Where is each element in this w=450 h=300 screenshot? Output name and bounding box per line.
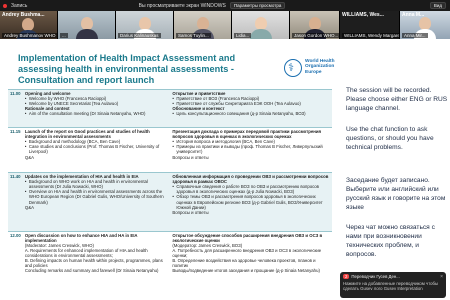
agenda-time: 11.40 xyxy=(8,172,23,232)
agenda-item: A. Потребность для расширенного внедрени… xyxy=(172,247,322,258)
agenda-item: Case studies and conclusions (Prof. Thom… xyxy=(25,144,168,154)
instruction-recording-en: The session will be recorded. Please cho… xyxy=(346,87,448,112)
agenda-heading: Launch of the report on Good practices a… xyxy=(24,129,150,140)
participant-name: Andrey Bushmanov WHO Co... xyxy=(2,33,57,38)
agenda-item: Приветствие от службы Секретариата ЕЭК О… xyxy=(172,101,330,106)
meeting-top-bar: Запись Вы просматриваете экран WINDOWS П… xyxy=(0,0,450,11)
participant-name: ... xyxy=(60,33,68,38)
agenda-heading: Презентация доклада о примерах передовой… xyxy=(172,129,322,140)
agenda-qa: Вопросы и ответы xyxy=(172,154,209,160)
agenda-row: 11.00 Opening and welcome Welcome by WHO… xyxy=(8,88,332,128)
layout-button[interactable]: Вид xyxy=(429,2,446,9)
agenda-heading: Обновленная информация о проведении ОВЗ … xyxy=(172,174,329,185)
instruction-chat-ru: Через чат можно связаться с нами при воз… xyxy=(346,224,435,258)
video-tile[interactable]: Samos Tuylin... xyxy=(174,11,232,39)
agenda-time: 12.00 xyxy=(8,230,23,289)
agenda-item: B. Defining impacts on human health with… xyxy=(24,258,163,269)
recording-label: Запись xyxy=(11,2,28,9)
who-emblem-icon xyxy=(284,59,302,77)
instruction-recording-ru: Заседание будет записано. Выберите или а… xyxy=(346,177,446,211)
agenda-russian: Открытие и приветствие Приветствие от ВО… xyxy=(170,88,332,128)
agenda-table: 11.00 Opening and welcome Welcome by WHO… xyxy=(8,88,332,289)
video-top-name: Andrey Bushma... xyxy=(2,12,45,18)
agenda-item: Примеры из практики и выводы (проф. Thom… xyxy=(172,144,330,154)
agenda-russian: Презентация доклада о примерах передовой… xyxy=(170,127,332,173)
video-tile[interactable]: Jason Gordon WHO... xyxy=(290,11,340,39)
participant-name: Darius Kalinauskas xyxy=(118,33,161,38)
record-dot-icon xyxy=(3,3,7,8)
agenda-closing: Выводы/подведение итогов заседания и про… xyxy=(172,268,320,274)
layout-controls: Вид xyxy=(360,2,450,9)
video-tile[interactable]: Lidia... xyxy=(232,11,290,39)
agenda-english: Launch of the report on Good practices a… xyxy=(22,127,171,173)
view-label: Вы просматриваете экран WINDOWS xyxy=(138,2,226,9)
screen-share-banner: Вы просматриваете экран WINDOWS Параметр… xyxy=(64,2,360,9)
close-icon[interactable]: × xyxy=(440,274,443,280)
video-tile[interactable]: Darius Kalinauskas xyxy=(116,11,174,39)
agenda-qa: Q&A xyxy=(24,204,34,210)
notification-body: Нажмите на добавленные переводчиком чтоб… xyxy=(343,281,439,291)
agenda-item: Обзор темы ОВЗ и рассмотрения вопросов з… xyxy=(172,194,330,209)
participant-name: Anna Mir... xyxy=(402,33,428,38)
agenda-slide: Implementation of Health Impact Assessme… xyxy=(0,43,340,289)
agenda-item: B. Определение воздействия на здоровье ч… xyxy=(172,258,316,269)
video-tile[interactable]: Andrey Bushma... Andrey Bushmanov WHO Co… xyxy=(0,11,58,39)
agenda-heading: Открытое обсуждение способов расширения … xyxy=(172,232,323,243)
participant-name: Lidia... xyxy=(234,33,252,38)
shared-screen: Implementation of Health Impact Assessme… xyxy=(0,39,450,300)
who-logo-text: World Health Organization Europe xyxy=(305,59,335,75)
notification-header: 2 Переводчик Гусев Ден... xyxy=(343,274,443,279)
agenda-row: 11.15 Launch of the report on Good pract… xyxy=(8,127,332,173)
agenda-russian: Обновленная информация о проведении ОВЗ … xyxy=(170,172,332,232)
agenda-english: Opening and welcome Welcome by WHO (Fran… xyxy=(22,88,171,128)
participant-name: Samos Tuylin... xyxy=(176,33,211,38)
agenda-item: Aim of the consultation meeting (Dr Sina… xyxy=(25,111,168,116)
notification-badge: 2 xyxy=(343,274,350,279)
notification-sender: Переводчик Гусев Ден... xyxy=(351,274,400,279)
video-tile[interactable]: Anna M... Anna Mir... xyxy=(400,11,450,39)
agenda-row: 12.00 Open discussion on how to enhance … xyxy=(8,230,332,289)
participant-name: WILLIAMS, Wendy Margaret xyxy=(342,33,399,38)
agenda-english: Updates on the implementation of HIA and… xyxy=(22,172,171,232)
agenda-time: 11.15 xyxy=(8,127,23,173)
chat-notification[interactable]: 2 Переводчик Гусев Ден... Нажмите на доб… xyxy=(340,272,446,298)
agenda-time: 11.00 xyxy=(8,88,23,128)
instruction-chat-en: Use the chat function to ask questions, … xyxy=(346,126,434,151)
recording-indicator[interactable]: Запись xyxy=(0,3,64,9)
slide-title: Implementation of Health Impact Assessme… xyxy=(18,53,236,85)
video-tile[interactable]: WILLIAMS, Wes... WILLIAMS, Wendy Margare… xyxy=(340,11,400,39)
agenda-item: Overview on HIA and health in environmen… xyxy=(25,189,168,204)
agenda-english: Open discussion on how to enhance HIA an… xyxy=(22,230,171,289)
agenda-heading: Open discussion on how to enhance HIA an… xyxy=(24,232,138,243)
agenda-item: Welcome by UNECE Secretariat (Tea Aulavu… xyxy=(25,101,168,106)
view-options-button[interactable]: Параметры просмотра xyxy=(229,2,286,9)
video-top-name: WILLIAMS, Wes... xyxy=(342,12,384,18)
agenda-russian: Открытое обсуждение способов расширения … xyxy=(170,230,332,289)
agenda-closing: Concluding remarks and summary and farew… xyxy=(24,268,159,274)
agenda-item: A. Requirements for enhanced implementat… xyxy=(24,247,148,258)
agenda-item: Цель консультационного совещания (д-р Si… xyxy=(172,111,330,116)
agenda-item: Background on WHO work on HIA and health… xyxy=(25,179,168,189)
agenda-item: Справочные сведения о работе ВОЗ по ОВЗ … xyxy=(172,184,330,194)
agenda-qa: Q&A xyxy=(24,154,34,160)
agenda-qa: Вопросы и ответы xyxy=(172,209,209,215)
video-top-name: Anna M... xyxy=(402,12,425,18)
video-tile[interactable]: ... xyxy=(58,11,116,39)
participant-video-strip: Andrey Bushma... Andrey Bushmanov WHO Co… xyxy=(0,11,450,39)
instructions-panel: The session will be recorded. Please cho… xyxy=(340,39,450,300)
who-logo: World Health Organization Europe xyxy=(284,59,338,77)
participant-name: Jason Gordon WHO... xyxy=(292,33,339,38)
agenda-row: 11.40 Updates on the implementation of H… xyxy=(8,172,332,232)
